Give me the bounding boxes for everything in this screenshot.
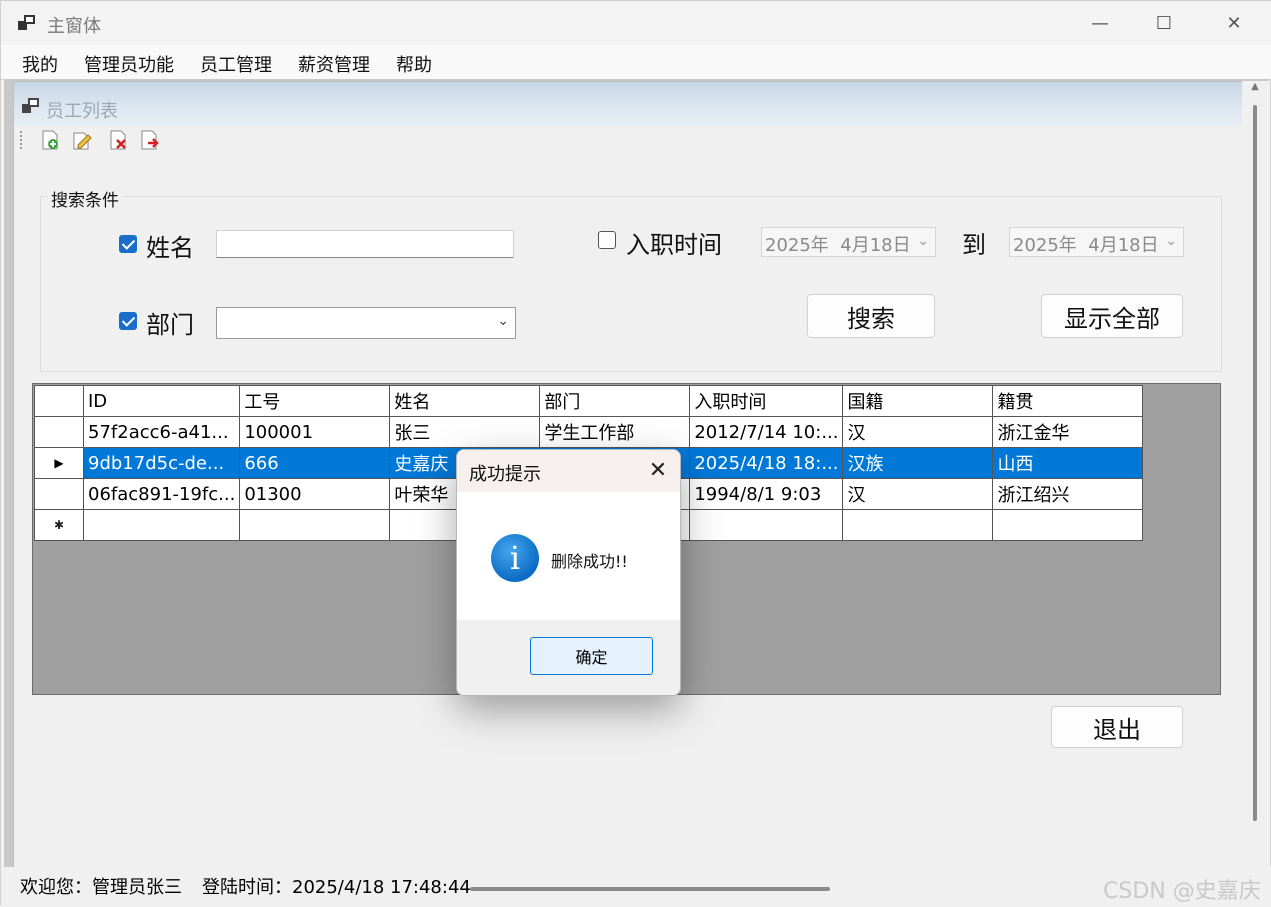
- search-button[interactable]: 搜索: [807, 294, 935, 338]
- table-cell[interactable]: 9db17d5c-de...: [82, 447, 241, 479]
- menu-bar: 我的 管理员功能 员工管理 薪资管理 帮助: [1, 45, 1271, 80]
- scroll-up-icon[interactable]: ▲: [1245, 81, 1265, 99]
- column-header[interactable]: 姓名: [389, 385, 541, 417]
- date-label: 入职时间: [626, 231, 722, 259]
- name-label: 姓名: [146, 234, 194, 262]
- exit-button[interactable]: 退出: [1051, 706, 1183, 748]
- date-checkbox[interactable]: [598, 231, 616, 249]
- table-cell[interactable]: 山西: [992, 447, 1144, 479]
- child-window-icon: [22, 98, 39, 113]
- maximize-button[interactable]: ☐: [1129, 1, 1199, 45]
- column-header[interactable]: 国籍: [842, 385, 994, 417]
- name-checkbox[interactable]: [119, 235, 137, 253]
- dialog-title: 成功提示: [469, 464, 541, 485]
- close-button[interactable]: ✕: [1199, 1, 1269, 45]
- table-cell[interactable]: 01300: [239, 478, 391, 510]
- window-title: 主窗体: [47, 16, 101, 37]
- current-row-icon[interactable]: ▶: [34, 447, 84, 479]
- table-cell[interactable]: [239, 509, 391, 541]
- chevron-down-icon: ⌄: [497, 313, 509, 329]
- dept-label: 部门: [146, 311, 194, 339]
- dept-select[interactable]: ⌄: [216, 307, 516, 339]
- table-cell[interactable]: 张三: [389, 416, 541, 448]
- table-cell[interactable]: 06fac891-19fc...: [82, 478, 241, 510]
- table-cell[interactable]: 2012/7/14 10:...: [689, 416, 844, 448]
- row-header[interactable]: [34, 416, 84, 448]
- minimize-button[interactable]: —: [1065, 1, 1135, 45]
- toolbar-grip[interactable]: [20, 131, 25, 149]
- name-input[interactable]: [216, 230, 514, 258]
- dialog-message: 删除成功!!: [551, 552, 628, 571]
- column-header[interactable]: 部门: [539, 385, 691, 417]
- search-group: [40, 196, 1222, 372]
- child-title-bar: 员工列表: [14, 82, 1242, 126]
- edit-doc-icon[interactable]: [70, 129, 94, 151]
- maximize-icon: ☐: [1155, 12, 1173, 34]
- column-header[interactable]: ID: [82, 385, 241, 417]
- watermark: CSDN @史嘉庆: [1103, 879, 1261, 904]
- table-cell[interactable]: [842, 509, 994, 541]
- table-cell[interactable]: [992, 509, 1144, 541]
- date-from-value: 2025年 4月18日: [765, 235, 911, 256]
- ok-button[interactable]: 确定: [530, 637, 653, 675]
- grid-header-row: ID 工号 姓名 部门 入职时间 国籍 籍贯: [34, 385, 1144, 417]
- info-icon: i: [491, 534, 539, 582]
- dept-checkbox[interactable]: [119, 312, 137, 330]
- date-from-picker[interactable]: 2025年 4月18日 ⌄: [761, 227, 936, 257]
- menu-item-employee[interactable]: 员工管理: [200, 51, 272, 77]
- minimize-icon: —: [1091, 12, 1109, 34]
- date-to-label: 到: [962, 231, 986, 259]
- title-bar: 主窗体 — ☐ ✕: [1, 1, 1271, 45]
- table-cell[interactable]: 汉: [842, 416, 994, 448]
- chevron-down-icon: ⌄: [1165, 233, 1177, 249]
- menu-item-salary[interactable]: 薪资管理: [298, 51, 370, 77]
- export-doc-icon[interactable]: [138, 129, 162, 151]
- table-cell[interactable]: 浙江绍兴: [992, 478, 1144, 510]
- new-row-icon[interactable]: ✱: [34, 509, 84, 541]
- table-cell[interactable]: [82, 509, 241, 541]
- table-cell[interactable]: 浙江金华: [992, 416, 1144, 448]
- show-all-button[interactable]: 显示全部: [1041, 294, 1183, 338]
- menu-item-help[interactable]: 帮助: [396, 51, 432, 77]
- column-header[interactable]: 入职时间: [689, 385, 844, 417]
- row-header[interactable]: [34, 478, 84, 510]
- table-cell[interactable]: [689, 509, 844, 541]
- delete-doc-icon[interactable]: [106, 129, 130, 151]
- vertical-scroll-thumb[interactable]: [1253, 105, 1257, 821]
- table-cell[interactable]: 2025/4/18 18:...: [689, 447, 844, 479]
- dialog-body: i 删除成功!!: [457, 492, 680, 620]
- column-header[interactable]: 工号: [239, 385, 391, 417]
- table-cell[interactable]: 57f2acc6-a41...: [82, 416, 241, 448]
- toolbar: [14, 126, 1242, 154]
- date-to-picker[interactable]: 2025年 4月18日 ⌄: [1009, 227, 1184, 257]
- child-window-title: 员工列表: [46, 101, 118, 122]
- table-cell[interactable]: 学生工作部: [539, 416, 691, 448]
- app-icon: [18, 15, 35, 30]
- table-cell[interactable]: 1994/8/1 9:03: [689, 478, 844, 510]
- table-cell[interactable]: 666: [239, 447, 391, 479]
- chevron-down-icon: ⌄: [917, 233, 929, 249]
- status-bar: 欢迎您：管理员张三 登陆时间：2025/4/18 17:48:44 CSDN @…: [1, 867, 1271, 907]
- date-to-value: 2025年 4月18日: [1013, 235, 1159, 256]
- table-cell[interactable]: 汉族: [842, 447, 994, 479]
- table-row[interactable]: 57f2acc6-a41... 100001 张三 学生工作部 2012/7/1…: [34, 416, 1144, 448]
- grid-corner[interactable]: [34, 385, 84, 417]
- dialog-title-bar: 成功提示 ✕: [457, 450, 680, 492]
- status-welcome: 欢迎您：管理员张三: [20, 877, 182, 898]
- table-cell[interactable]: 汉: [842, 478, 994, 510]
- main-window: 主窗体 — ☐ ✕ 我的 管理员功能 员工管理 薪资管理 帮助 员工列表 搜索条…: [0, 0, 1271, 907]
- column-header[interactable]: 籍贯: [992, 385, 1144, 417]
- status-login-time: 登陆时间：2025/4/18 17:48:44: [202, 877, 471, 898]
- dialog-close-icon[interactable]: ✕: [643, 456, 673, 486]
- menu-item-mine[interactable]: 我的: [22, 51, 58, 77]
- menu-item-admin[interactable]: 管理员功能: [84, 51, 174, 77]
- success-dialog: 成功提示 ✕ i 删除成功!! 确定: [456, 449, 681, 696]
- close-icon: ✕: [1226, 12, 1242, 34]
- horizontal-scroll-thumb[interactable]: [470, 887, 830, 891]
- add-doc-icon[interactable]: [38, 129, 62, 151]
- search-group-label: 搜索条件: [48, 186, 122, 211]
- table-cell[interactable]: 100001: [239, 416, 391, 448]
